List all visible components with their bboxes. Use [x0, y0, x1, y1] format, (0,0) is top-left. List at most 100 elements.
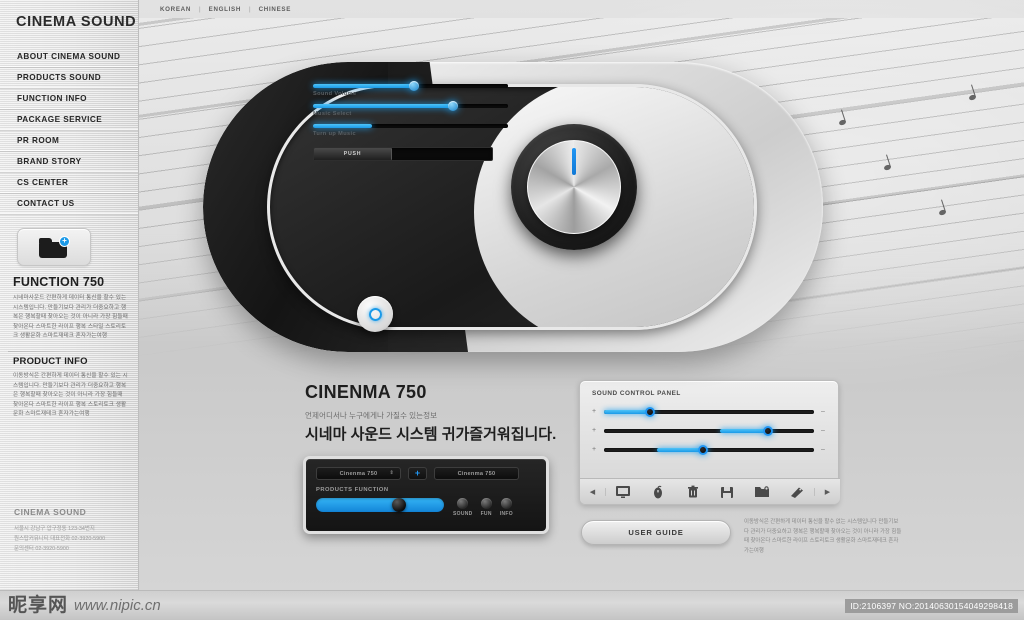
volume-knob-housing — [511, 124, 637, 250]
slider-track[interactable] — [313, 101, 508, 111]
slider-knob[interactable] — [392, 498, 406, 512]
sidebar-footer: CINEMA SOUND 서울시 강남구 압구정동 123-34번지 원스탑커뮤… — [0, 507, 139, 554]
trash-icon[interactable] — [685, 485, 701, 499]
slider-label: Sound Volume — [313, 91, 357, 97]
products-function-panel: Cinenma 750 ⇕ + Cinenma 750 PRODUCTS FUN… — [303, 456, 549, 534]
slider-knob[interactable] — [762, 425, 773, 436]
nav-separator: | — [249, 6, 251, 13]
scp-slider-row-2: + – — [592, 425, 826, 436]
minus-icon[interactable]: – — [821, 427, 826, 434]
folder-badge-button[interactable]: + — [17, 228, 91, 266]
scp-slider-row-3: + – — [592, 444, 826, 455]
footer-phone: 문의센터 02-3920-5900 — [14, 546, 69, 552]
product-select-right[interactable]: Cinenma 750 — [434, 467, 519, 480]
lower-section: CINENMA 750 언제어디서나 누구에게나 가질수 있는정보 시네마 사운… — [139, 360, 1024, 590]
sidebar-item-products-sound[interactable]: PRODUCTS SOUND — [0, 67, 138, 88]
chevron-updown-icon: ⇕ — [389, 470, 394, 476]
hero-slider-music-select[interactable]: Music Select — [313, 101, 508, 117]
product-info-body: 이동방식은 간편하게 데이터 통신을 할수 있는 시스템입니다. 만들기보다 관… — [13, 372, 128, 418]
products-row-top: Cinenma 750 ⇕ + Cinenma 750 — [316, 467, 536, 480]
lang-korean[interactable]: KOREAN — [160, 6, 191, 13]
hero-slider-sound-volume[interactable]: Sound Volume — [313, 81, 508, 97]
products-function-slider[interactable] — [316, 498, 444, 512]
nav-separator: | — [199, 6, 201, 13]
hero-device-panel: Sound Volume Music Select Turn up Music … — [203, 62, 823, 352]
info-label: INFO — [499, 511, 513, 517]
toolbar-icon-group — [606, 485, 814, 499]
products-row-bottom: SOUND FUN INFO — [316, 498, 536, 517]
watermark-url: www.nipic.cn — [74, 597, 161, 614]
toolbar-prev-button[interactable]: ◀ — [580, 487, 606, 496]
products-function-label: PRODUCTS FUNCTION — [316, 487, 389, 493]
slider-track[interactable] — [313, 124, 508, 128]
products-button-group: SOUND FUN INFO — [453, 498, 513, 517]
info-dot-icon — [500, 498, 512, 509]
mouse-icon[interactable] — [650, 485, 666, 499]
folder-icon[interactable] — [754, 485, 770, 499]
sound-dot-icon — [457, 498, 469, 509]
slider-track[interactable] — [313, 81, 508, 91]
language-nav: KOREAN | ENGLISH | CHINESE — [160, 6, 291, 13]
hero-slider-group: Sound Volume Music Select Turn up Music … — [313, 81, 508, 161]
slider-knob[interactable] — [645, 406, 656, 417]
info-button[interactable]: INFO — [500, 498, 513, 517]
push-button[interactable]: PUSH — [314, 148, 392, 160]
scp-track-2[interactable] — [604, 425, 814, 436]
slider-label: Music Select — [313, 111, 352, 117]
folder-add-icon: + — [39, 236, 70, 258]
sidebar-item-pr-room[interactable]: PR ROOM — [0, 130, 138, 151]
power-icon — [368, 307, 382, 321]
toolbar-next-button[interactable]: ▶ — [814, 487, 840, 496]
volume-knob[interactable] — [527, 140, 621, 234]
scp-track-3[interactable] — [604, 444, 814, 455]
sidebar-item-function-info[interactable]: FUNCTION INFO — [0, 88, 138, 109]
scp-slider-row-1: + – — [592, 406, 826, 417]
fun-dot-icon — [480, 498, 492, 509]
watermark-bar: 昵享网 www.nipic.cn ID:2106397 NO:201406301… — [0, 590, 1024, 620]
product-select-right-value: Cinenma 750 — [457, 470, 496, 477]
scp-toolbar: ◀ ▶ — [580, 478, 840, 504]
footer-contact: 원스탑커뮤니티 대표전화 02-3920-5900 — [14, 536, 106, 542]
plus-icon[interactable]: + — [592, 408, 597, 415]
fun-label: FUN — [480, 511, 492, 517]
user-guide-description: 이동방식은 간편하게 데이터 통신을 할수 없는 시스템입니다 만들기보다 관리… — [744, 519, 902, 554]
push-bar: PUSH — [313, 147, 493, 161]
user-guide-button[interactable]: USER GUIDE — [581, 520, 731, 545]
watermark-logo: 昵享网 — [8, 595, 69, 616]
plus-icon[interactable]: + — [592, 446, 597, 453]
sidebar-item-brand-story[interactable]: BRAND STORY — [0, 151, 138, 172]
product-select-left[interactable]: Cinenma 750 ⇕ — [316, 467, 401, 480]
plus-icon[interactable]: + — [592, 427, 597, 434]
monitor-icon[interactable] — [615, 485, 631, 499]
function-body: 시네마사운드 간편하게 데이터 통신을 할수 있는 시스템입니다. 만들기보다 … — [13, 295, 128, 340]
page-root: KOREAN | ENGLISH | CHINESE CINEMA SOUND … — [0, 0, 1024, 620]
sidebar-item-contact-us[interactable]: CONTACT US — [0, 193, 138, 214]
product-info-heading: PRODUCT INFO — [13, 355, 88, 367]
slider-knob[interactable] — [409, 81, 420, 91]
lang-chinese[interactable]: CHINESE — [259, 6, 291, 13]
add-product-button[interactable]: + — [408, 467, 427, 480]
minus-icon[interactable]: – — [821, 408, 826, 415]
hero-slider-turn-up-music[interactable]: Turn up Music — [313, 124, 508, 137]
power-button[interactable] — [357, 296, 393, 332]
slider-label: Turn up Music — [313, 131, 357, 137]
fun-button[interactable]: FUN — [481, 498, 492, 517]
sidebar-item-about-cinema-sound[interactable]: ABOUT CINEMA SOUND — [0, 46, 138, 67]
sidebar-item-cs-center[interactable]: CS CENTER — [0, 172, 138, 193]
slider-knob[interactable] — [448, 101, 459, 111]
function-heading: FUNCTION 750 — [13, 275, 105, 289]
slider-knob[interactable] — [697, 444, 708, 455]
tag-icon[interactable] — [789, 485, 805, 499]
sidebar-item-package-service[interactable]: PACKAGE SERVICE — [0, 109, 138, 130]
footer-title: CINEMA SOUND — [14, 507, 87, 517]
scp-track-1[interactable] — [604, 406, 814, 417]
save-icon[interactable] — [719, 485, 735, 499]
sound-button[interactable]: SOUND — [453, 498, 473, 517]
sound-label: SOUND — [453, 511, 473, 517]
plus-badge: + — [59, 236, 70, 247]
product-select-left-value: Cinenma 750 — [339, 470, 378, 477]
lang-english[interactable]: ENGLISH — [209, 6, 241, 13]
site-logo[interactable]: CINEMA SOUND — [0, 0, 138, 44]
minus-icon[interactable]: – — [821, 446, 826, 453]
sidebar-divider — [8, 350, 130, 352]
